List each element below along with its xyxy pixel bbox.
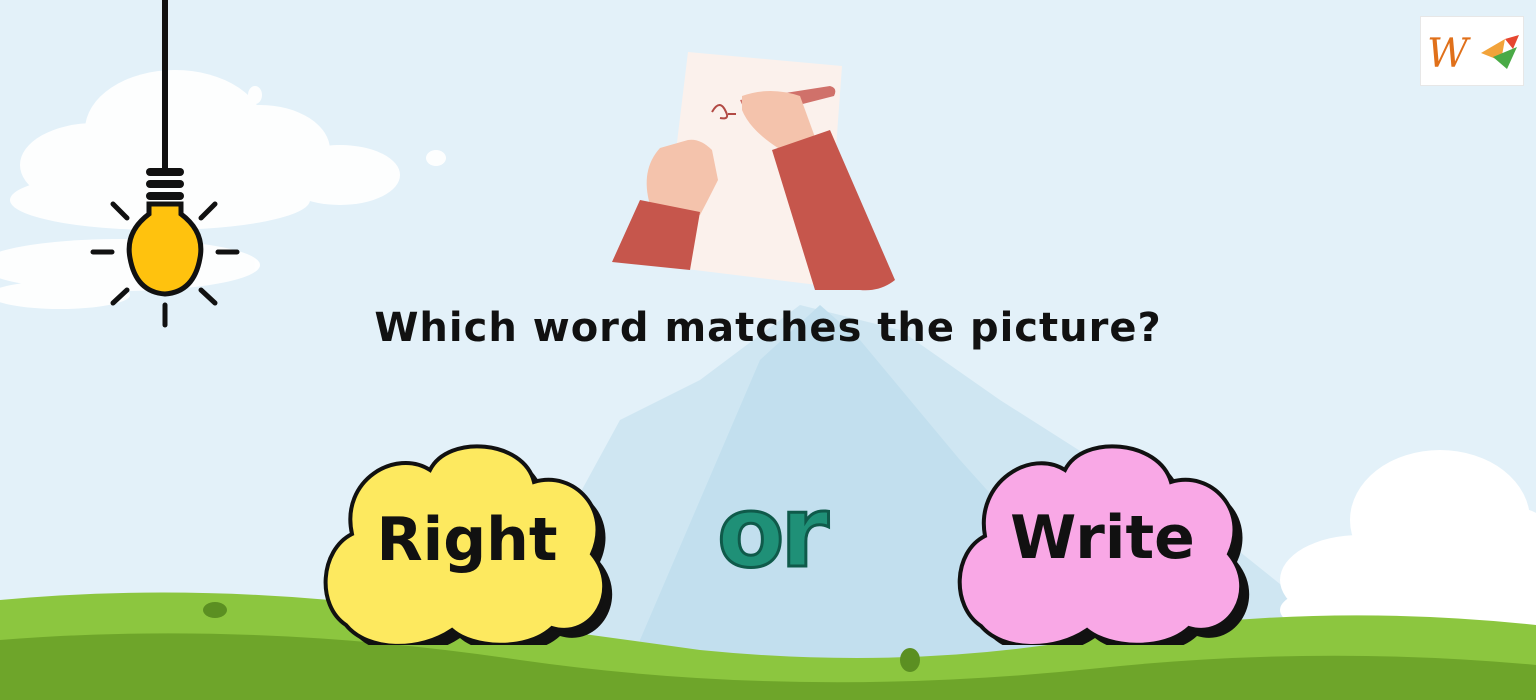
brand-logo: W	[1420, 16, 1524, 86]
or-connector: or	[716, 475, 831, 592]
svg-text:W: W	[1427, 31, 1471, 77]
choice-right-label: Right	[376, 504, 558, 575]
question-text: Which word matches the picture?	[374, 305, 1162, 351]
choice-right-button[interactable]: Right	[312, 430, 622, 645]
cloud-left	[0, 70, 446, 309]
choice-write-button[interactable]: Write	[945, 430, 1260, 645]
choice-write-label: Write	[1010, 502, 1195, 573]
writing-hand-illustration	[612, 52, 895, 291]
cloud-right	[1280, 450, 1536, 645]
